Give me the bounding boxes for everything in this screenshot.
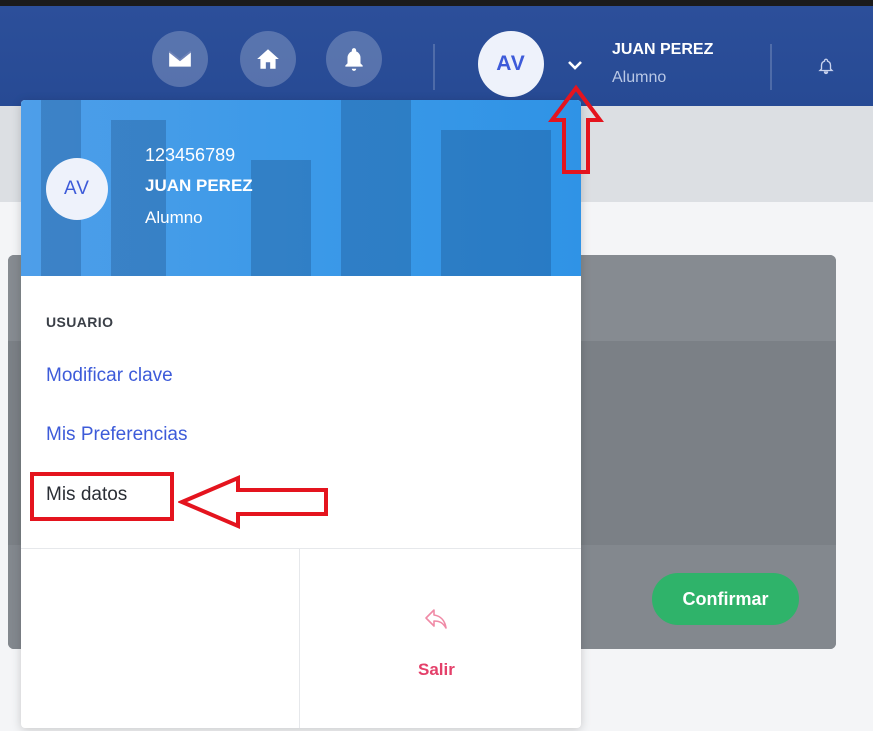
annotation-arrow-left-icon xyxy=(178,474,328,530)
notification-bell-icon[interactable] xyxy=(817,57,835,75)
dropdown-divider xyxy=(21,548,581,549)
bell-icon[interactable] xyxy=(326,31,382,87)
user-code: 123456789 xyxy=(145,145,236,165)
menu-item-mis-preferencias[interactable]: Mis Preferencias xyxy=(46,424,188,446)
dropdown-user-role: Alumno xyxy=(145,208,203,227)
header-background-image xyxy=(251,160,311,276)
dropdown-header: AV 123456789 JUAN PEREZ Alumno xyxy=(21,100,581,276)
user-role: Alumno xyxy=(612,69,667,86)
navbar-divider xyxy=(433,44,435,90)
user-dropdown-menu: AV 123456789 JUAN PEREZ Alumno USUARIO M… xyxy=(21,100,581,728)
header-background-image xyxy=(111,120,166,276)
user-avatar[interactable]: AV xyxy=(478,31,544,97)
annotation-highlight-box xyxy=(30,472,174,521)
chevron-down-icon[interactable] xyxy=(566,58,584,72)
envelope-icon[interactable] xyxy=(152,31,208,87)
header-background-image xyxy=(341,100,411,276)
logout-icon[interactable] xyxy=(424,608,448,630)
section-title-usuario: USUARIO xyxy=(46,314,114,330)
dropdown-avatar: AV xyxy=(46,158,108,220)
logout-button[interactable]: Salir xyxy=(418,660,455,680)
menu-item-modificar-clave[interactable]: Modificar clave xyxy=(46,365,173,387)
user-name[interactable]: JUAN PEREZ xyxy=(612,41,713,59)
top-navbar: AV JUAN PEREZ Alumno xyxy=(0,0,873,106)
annotation-arrow-up-icon xyxy=(548,84,604,174)
dropdown-user-name: JUAN PEREZ xyxy=(145,176,253,195)
navbar-divider xyxy=(770,44,772,90)
home-icon[interactable] xyxy=(240,31,296,87)
dropdown-footer-divider xyxy=(299,548,300,728)
confirm-button[interactable]: Confirmar xyxy=(652,573,799,625)
header-background-image xyxy=(441,130,551,276)
